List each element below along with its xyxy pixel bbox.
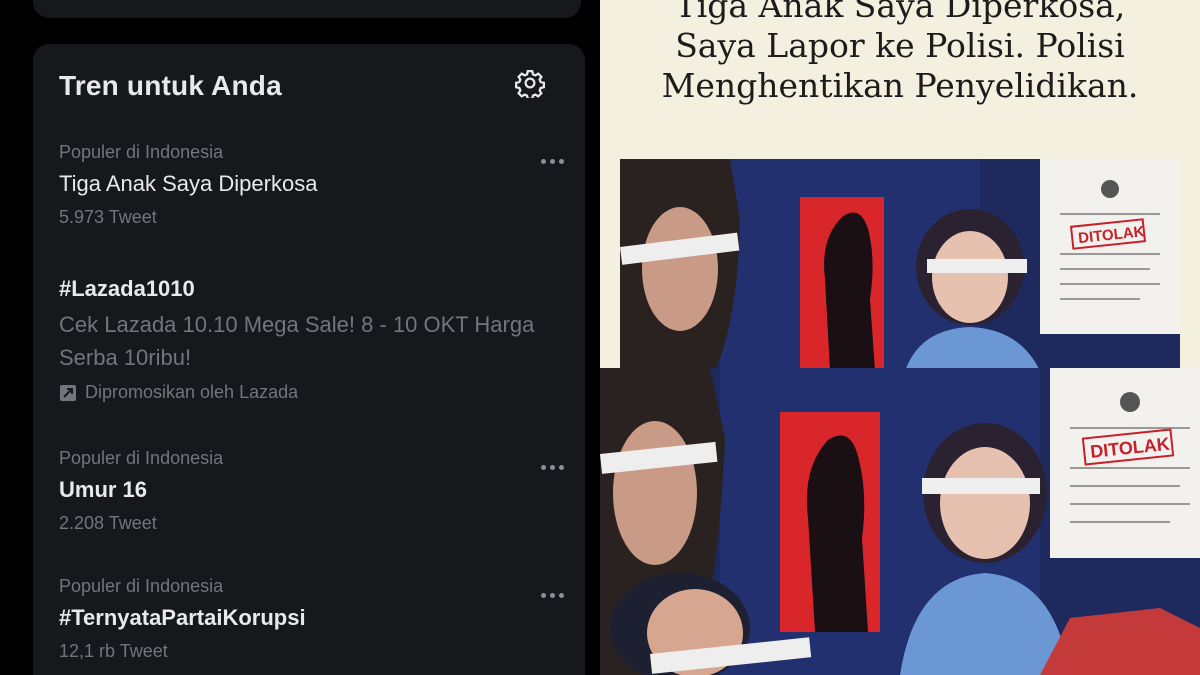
trend-count: 2.208 Tweet [59,513,157,533]
gear-icon[interactable] [515,68,545,98]
trend-item[interactable]: Populer di Indonesia Umur 16 2.208 Tweet [59,448,569,534]
search-card [33,0,581,18]
promoted-icon [60,384,76,401]
news-graphic: Tiga Anak Saya Diperkosa, Saya Lapor ke … [600,0,1200,675]
promoted-label: Dipromosikan oleh Lazada [59,382,569,403]
trend-name: #Lazada1010 [59,276,195,301]
trend-context: Populer di Indonesia [59,142,224,162]
trend-item[interactable]: Populer di Indonesia #TernyataPartaiKoru… [59,576,569,662]
trend-description: Cek Lazada 10.10 Mega Sale! 8 - 10 OKT H… [59,312,535,370]
illustration: DITOLAK [620,159,1180,371]
trend-count: 12,1 rb Tweet [59,641,168,661]
trend-context: Populer di Indonesia [59,576,224,596]
trend-name: Umur 16 [59,477,148,502]
trend-item[interactable]: Populer di Indonesia Tiga Anak Saya Dipe… [59,142,569,228]
more-icon[interactable] [541,460,571,474]
more-icon[interactable] [541,154,571,168]
censor-bar [927,259,1027,273]
trends-title: Tren untuk Anda [59,70,282,101]
more-icon[interactable] [541,588,571,602]
trends-sidebar: Tren untuk Anda Populer di Indonesia Tig… [0,0,600,675]
illustration-enlarged: DITOLAK [600,368,1200,675]
headline-line: Menghentikan Penyelidikan. [661,66,1139,105]
promoted-text: Dipromosikan oleh Lazada [85,382,299,402]
headline-line: Saya Lapor ke Polisi. Polisi [675,26,1125,65]
promoted-trend-item[interactable]: #Lazada1010 Cek Lazada 10.10 Mega Sale! … [59,276,569,403]
censor-bar [922,478,1040,494]
headline-line: Tiga Anak Saya Diperkosa, [674,0,1126,25]
headline: Tiga Anak Saya Diperkosa, Saya Lapor ke … [600,0,1200,106]
trends-card: Tren untuk Anda Populer di Indonesia Tig… [33,44,585,675]
trend-name: Tiga Anak Saya Diperkosa [59,171,318,196]
trend-count: 5.973 Tweet [59,207,157,227]
trend-context: Populer di Indonesia [59,448,224,468]
trend-name: #TernyataPartaiKorupsi [59,605,306,630]
